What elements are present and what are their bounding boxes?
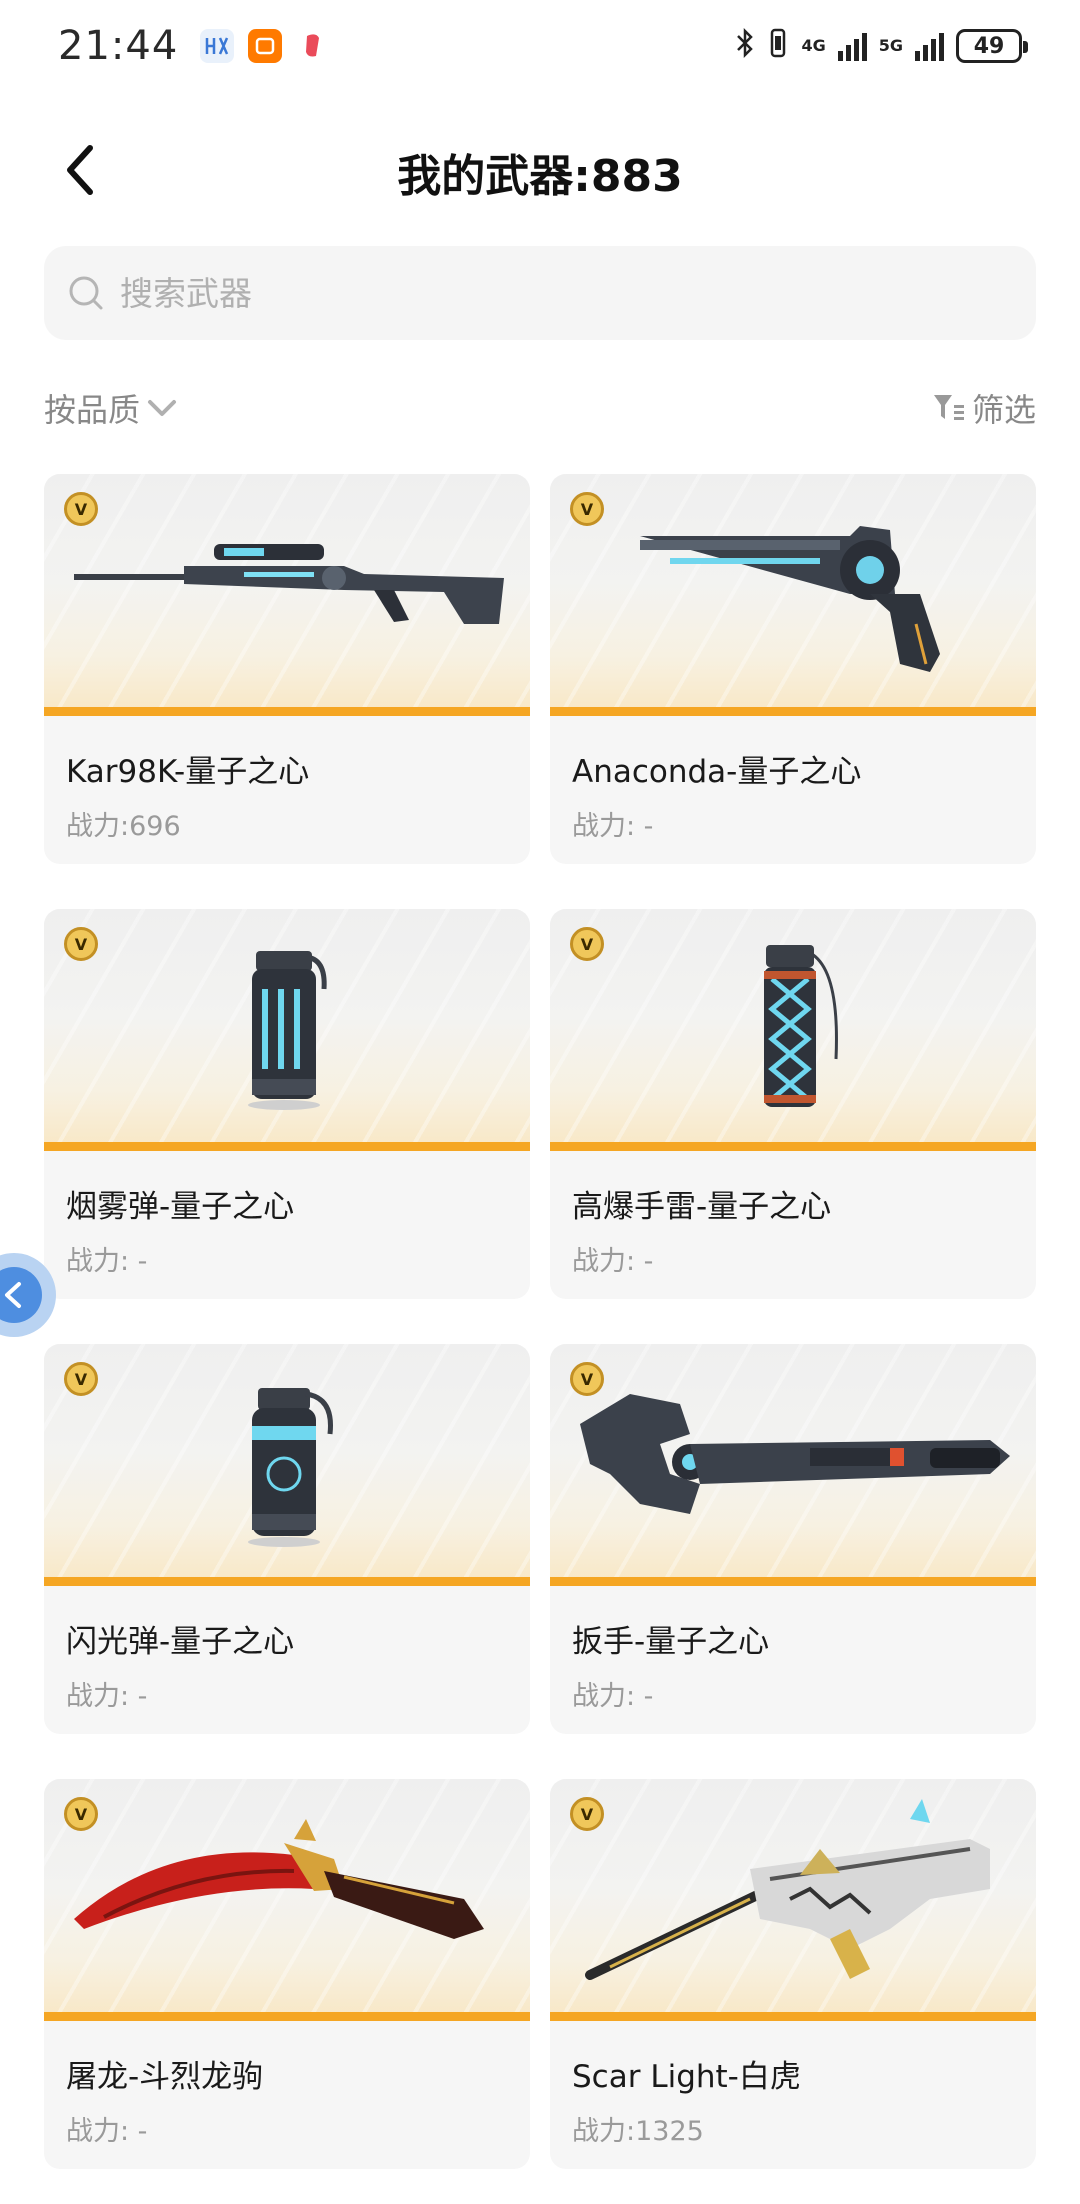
filter-icon	[933, 395, 964, 420]
quality-badge-icon: V	[64, 927, 98, 961]
weapon-card[interactable]: V 烟雾弹-量子之心 战力: -	[44, 909, 530, 1299]
quality-badge-icon: V	[570, 1362, 604, 1396]
weapon-image-area: V	[550, 1344, 1036, 1586]
battery-indicator: 49	[956, 29, 1028, 63]
signal-icon-2	[915, 31, 944, 61]
weapon-name: 屠龙-斗烈龙驹	[66, 2059, 264, 2095]
frag-grenade-image	[764, 945, 838, 1107]
floating-button-ring	[0, 1253, 56, 1337]
signal-icon-1	[837, 31, 867, 61]
weapon-card[interactable]: V Anaconda-量子之心 战力: -	[550, 474, 1036, 864]
network-5g-label: 5G	[878, 36, 903, 55]
status-bar: 21:44 4G 5G 49	[0, 0, 1080, 92]
weapon-power: 战力: -	[572, 1246, 654, 1277]
sniper-rifle-image	[74, 544, 504, 624]
weapon-card[interactable]: V 扳手-量子之心 战力: -	[550, 1344, 1036, 1734]
quality-badge-icon: V	[64, 1362, 98, 1396]
assault-rifle-image	[585, 1799, 990, 1980]
collapse-arrow-icon	[5, 1282, 21, 1308]
weapon-name: 扳手-量子之心	[572, 1624, 770, 1660]
vibrate-icon	[767, 26, 789, 66]
search-icon	[69, 276, 103, 310]
red-app-notification-icon	[296, 29, 330, 63]
quality-badge-icon: V	[570, 492, 604, 526]
sort-label: 按品质	[44, 391, 141, 429]
bluetooth-icon	[735, 27, 755, 65]
search-bar[interactable]	[44, 246, 1036, 340]
smoke-grenade-image	[248, 951, 327, 1110]
weapon-power: 战力: -	[66, 1246, 148, 1277]
sort-filter-row: 按品质 筛选	[44, 380, 1036, 436]
weapon-power: 战力: -	[66, 2116, 148, 2147]
quality-badge-icon: V	[570, 927, 604, 961]
weapon-card[interactable]: V 闪光弹-量子之心 战力: -	[44, 1344, 530, 1734]
filter-button[interactable]: 筛选	[932, 385, 1036, 431]
app-notification-icon	[200, 29, 235, 63]
chevron-down-icon	[148, 400, 177, 416]
revolver-image	[640, 526, 940, 672]
flash-grenade-image	[248, 1388, 333, 1547]
weapon-grid: V Kar98K-量子之心 战力:696 V Anaconda-量子之心 战力:…	[44, 474, 1036, 2169]
weapon-name: 闪光弹-量子之心	[66, 1624, 295, 1660]
weapon-name: Kar98K-量子之心	[66, 754, 310, 790]
weapon-name: Anaconda-量子之心	[572, 754, 862, 790]
weapon-card[interactable]: V 高爆手雷-量子之心 战力: -	[550, 909, 1036, 1299]
quality-badge-icon: V	[64, 492, 98, 526]
weapon-name: Scar Light-白虎	[572, 2059, 801, 2095]
weapon-power: 战力: -	[572, 1681, 654, 1712]
floating-assistant-button[interactable]	[0, 1230, 56, 1360]
weapon-image-area: V	[44, 909, 530, 1151]
weapon-power: 战力:1325	[572, 2116, 704, 2147]
weapon-image-area: V	[550, 909, 1036, 1151]
machete-image	[74, 1819, 484, 1939]
page-header: 我的武器:883	[0, 110, 1080, 230]
weapon-image-area: V	[44, 1779, 530, 2021]
weapon-image-area: V	[550, 1779, 1036, 2021]
weapon-power: 战力: -	[572, 811, 654, 842]
weapon-card[interactable]: V Scar Light-白虎 战力:1325	[550, 1779, 1036, 2169]
weapon-power: 战力: -	[66, 1681, 148, 1712]
quality-badge-icon: V	[570, 1797, 604, 1831]
network-4g-label: 4G	[801, 36, 826, 55]
weapon-name: 高爆手雷-量子之心	[572, 1189, 832, 1225]
taobao-notification-icon	[248, 29, 283, 63]
weapon-power: 战力:696	[66, 811, 181, 842]
status-time: 21:44	[58, 23, 179, 69]
weapon-card[interactable]: V 屠龙-斗烈龙驹 战力: -	[44, 1779, 530, 2169]
quality-badge-icon: V	[64, 1797, 98, 1831]
weapon-card[interactable]: V Kar98K-量子之心 战力:696	[44, 474, 530, 864]
search-input[interactable]	[118, 272, 978, 314]
wrench-image	[580, 1394, 1010, 1514]
filter-label: 筛选	[971, 391, 1036, 429]
weapon-image-area: V	[44, 474, 530, 716]
floating-button-core	[0, 1267, 42, 1323]
weapon-image-area: V	[44, 1344, 530, 1586]
status-indicators: 4G 5G 49	[735, 26, 1028, 66]
weapon-image-area: V	[550, 474, 1036, 716]
sort-by-quality-dropdown[interactable]: 按品质	[44, 385, 178, 431]
page-title: 我的武器:883	[397, 151, 683, 202]
weapon-name: 烟雾弹-量子之心	[66, 1189, 295, 1225]
